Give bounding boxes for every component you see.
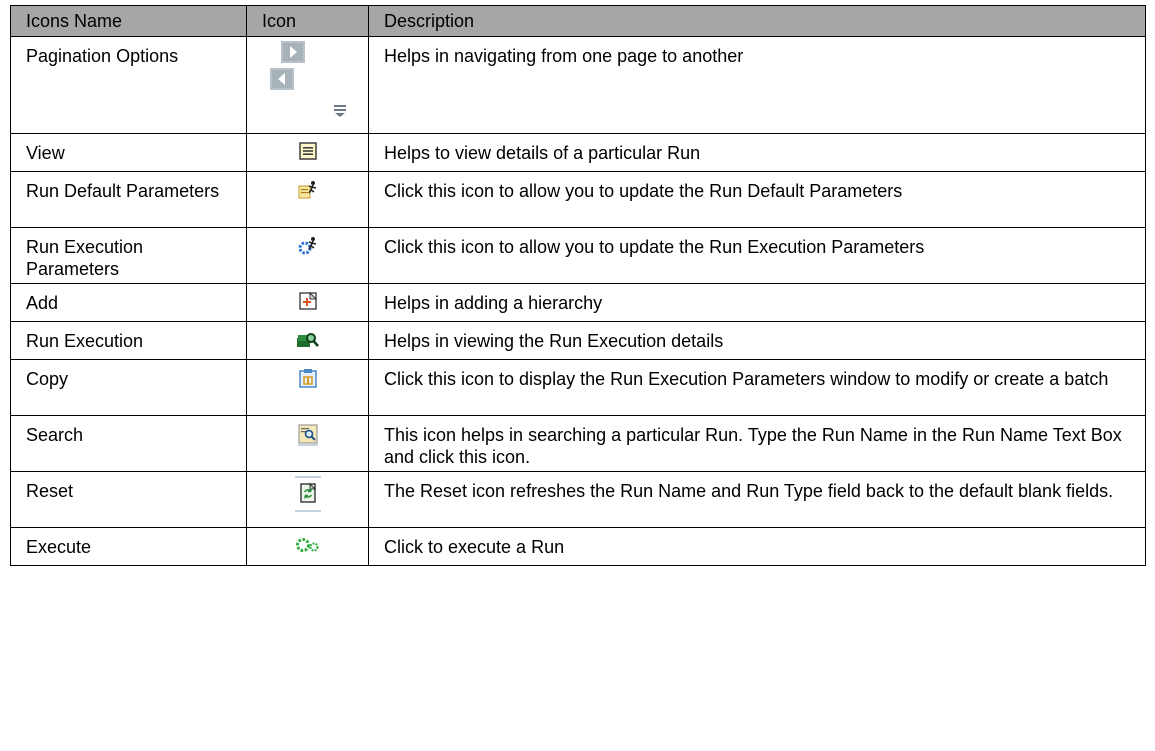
icon-cell xyxy=(246,359,369,416)
icon-name-cell: Add xyxy=(10,283,247,322)
run-default-parameters-icon xyxy=(298,180,318,200)
table-row: Search This icon helps in searching a pa… xyxy=(10,415,1146,472)
previous-page-icon xyxy=(270,68,294,95)
copy-icon xyxy=(298,368,317,388)
icon-cell xyxy=(246,133,369,172)
description-cell: Helps in viewing the Run Execution detai… xyxy=(368,321,1146,360)
icon-cell xyxy=(246,36,369,134)
icon-name-cell: Copy xyxy=(10,359,247,416)
description-cell: Click this icon to display the Run Execu… xyxy=(368,359,1146,416)
icon-name-cell: Reset xyxy=(10,471,247,528)
table-row: View Helps to view details of a particul… xyxy=(10,133,1146,172)
reset-icon xyxy=(294,476,321,514)
icon-cell xyxy=(246,527,369,566)
table-row: Copy Click this icon to display the Run … xyxy=(10,359,1146,416)
icon-name-cell: Execute xyxy=(10,527,247,566)
table-row: Reset The Reset icon refreshes the Run N… xyxy=(10,471,1146,528)
icon-name-cell: Run Execution Parameters xyxy=(10,227,247,284)
table-row: Run Default Parameters Click this icon t… xyxy=(10,171,1146,228)
table-row: Run Execution Parameters Click this icon… xyxy=(10,227,1146,284)
icon-name-cell: Pagination Options xyxy=(10,36,247,134)
header-description: Description xyxy=(368,5,1146,37)
run-execution-icon xyxy=(296,330,320,350)
description-cell: Click this icon to allow you to update t… xyxy=(368,171,1146,228)
icon-cell xyxy=(246,283,369,322)
description-cell: Helps in navigating from one page to ano… xyxy=(368,36,1146,134)
icon-name-cell: Run Default Parameters xyxy=(10,171,247,228)
rows-per-page-icon xyxy=(333,101,347,123)
header-icon: Icon xyxy=(246,5,369,37)
table-row: Add Helps in adding a hierarchy xyxy=(10,283,1146,322)
execute-icon xyxy=(295,536,320,554)
view-icon xyxy=(298,142,317,160)
header-row: Icons Name Icon Description xyxy=(10,5,1146,37)
table-row: Execute Click to execute a Run xyxy=(10,527,1146,566)
description-cell: Helps to view details of a particular Ru… xyxy=(368,133,1146,172)
icon-name-cell: View xyxy=(10,133,247,172)
icon-cell xyxy=(246,227,369,284)
description-cell: This icon helps in searching a particula… xyxy=(368,415,1146,472)
description-cell: Click to execute a Run xyxy=(368,527,1146,566)
icon-cell xyxy=(246,471,369,528)
description-cell: The Reset icon refreshes the Run Name an… xyxy=(368,471,1146,528)
icon-cell xyxy=(246,171,369,228)
table-row: Run Execution Helps in viewing the Run E… xyxy=(10,321,1146,360)
icon-name-cell: Search xyxy=(10,415,247,472)
header-icons-name: Icons Name xyxy=(10,5,247,37)
icon-cell xyxy=(246,321,369,360)
icon-cell xyxy=(246,415,369,472)
search-icon xyxy=(297,424,318,446)
icon-name-cell: Run Execution xyxy=(10,321,247,360)
description-cell: Click this icon to allow you to update t… xyxy=(368,227,1146,284)
add-icon xyxy=(298,292,317,310)
icons-table: Icons Name Icon Description Pagination O… xyxy=(10,5,1146,566)
description-cell: Helps in adding a hierarchy xyxy=(368,283,1146,322)
run-execution-parameters-icon xyxy=(298,236,318,256)
next-page-icon xyxy=(281,41,305,68)
table-row: Pagination Options Helps in navigating f… xyxy=(10,36,1146,134)
